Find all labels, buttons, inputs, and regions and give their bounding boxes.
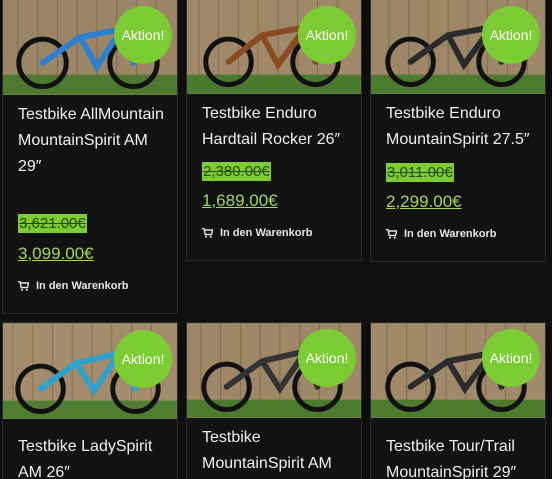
add-to-cart-label: In den Warenkorb	[36, 280, 129, 292]
sale-badge: Aktion!	[482, 329, 540, 387]
product-title[interactable]: Testbike Enduro MountainSpirit 27.5″	[386, 101, 533, 153]
sale-badge: Aktion!	[298, 329, 356, 387]
product-title[interactable]: Testbike AllMountain MountainSpirit AM 2…	[18, 102, 165, 180]
sale-badge: Aktion!	[114, 330, 172, 388]
product-card[interactable]: Aktion! Testbike Enduro Hardtail Rocker …	[186, 0, 362, 261]
add-to-cart-button[interactable]: In den Warenkorb	[18, 280, 129, 292]
old-price: 2,380.00€	[202, 162, 271, 181]
sale-badge: Aktion!	[114, 6, 172, 64]
product-card[interactable]: Aktion! Testbike LadySpirit AM 26″	[2, 322, 178, 479]
sale-badge: Aktion!	[482, 6, 540, 64]
sale-price: 1,689.00€	[202, 191, 278, 210]
old-price: 3,621.00€	[18, 214, 87, 233]
add-to-cart-label: In den Warenkorb	[220, 227, 313, 239]
cart-icon	[202, 228, 213, 238]
add-to-cart-label: In den Warenkorb	[404, 228, 497, 240]
product-card[interactable]: Aktion! Testbike MountainSpirit AM	[186, 322, 362, 479]
product-title[interactable]: Testbike Enduro Hardtail Rocker 26″	[202, 101, 349, 153]
product-title[interactable]: Testbike Tour/Trail MountainSpirit 29″	[386, 434, 533, 479]
product-card[interactable]: Aktion! Testbike Tour/Trail MountainSpir…	[370, 322, 546, 479]
sale-price: 3,099.00€	[18, 244, 94, 263]
cart-icon	[386, 229, 397, 239]
add-to-cart-button[interactable]: In den Warenkorb	[386, 228, 497, 240]
product-title[interactable]: Testbike MountainSpirit AM	[202, 425, 349, 477]
product-card[interactable]: Aktion! Testbike AllMountain MountainSpi…	[2, 0, 178, 314]
sale-price: 2,299.00€	[386, 192, 462, 211]
sale-badge: Aktion!	[298, 6, 356, 64]
product-title[interactable]: Testbike LadySpirit AM 26″	[18, 434, 165, 479]
product-card[interactable]: Aktion! Testbike Enduro MountainSpirit 2…	[370, 0, 546, 262]
cart-icon	[18, 281, 29, 291]
add-to-cart-button[interactable]: In den Warenkorb	[202, 227, 313, 239]
old-price: 3,011.00€	[386, 163, 454, 182]
